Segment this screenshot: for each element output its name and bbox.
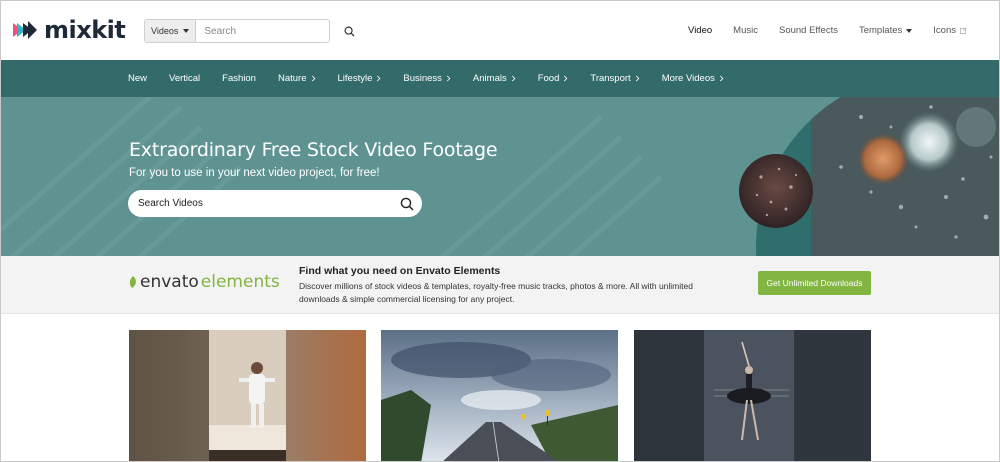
envato-promo-band: envato elements Find what you need on Env… — [1, 256, 999, 314]
category-transport[interactable]: Transport — [590, 73, 640, 84]
category-label: Food — [537, 73, 560, 84]
category-new[interactable]: New — [128, 73, 147, 84]
hero-subtitle: For you to use in your next video projec… — [129, 167, 380, 179]
topnav-sound-effects[interactable]: Sound Effects — [779, 25, 838, 36]
category-food[interactable]: Food — [538, 73, 569, 84]
category-label: Transport — [590, 73, 631, 84]
hero-search-input[interactable] — [138, 198, 400, 209]
category-lifestyle[interactable]: Lifestyle — [338, 73, 382, 84]
video-thumbnail-kid-astronaut[interactable] — [129, 330, 366, 461]
video-thumbnail-ballerina[interactable] — [634, 330, 871, 461]
chevron-right-icon — [377, 75, 381, 82]
category-label: Nature — [277, 73, 307, 84]
envato-elements-logo[interactable]: envato elements — [128, 272, 280, 292]
topnav-icons[interactable]: Icons — [933, 25, 967, 36]
top-nav: Video Music Sound Effects Templates Icon… — [667, 25, 967, 36]
envato-logo-part2: elements — [200, 272, 280, 292]
search-input[interactable] — [196, 21, 345, 41]
category-bar: New Vertical Fashion Nature Lifestyle Bu… — [1, 60, 999, 97]
chevron-right-icon — [446, 75, 451, 82]
header-search: Videos — [144, 19, 355, 43]
envato-text-block: Find what you need on Envato Elements Di… — [299, 265, 719, 306]
category-label: Business — [403, 73, 442, 84]
category-label: More Videos — [661, 73, 715, 84]
topnav-music[interactable]: Music — [733, 25, 758, 36]
category-animals[interactable]: Animals — [473, 73, 516, 84]
topnav-video[interactable]: Video — [688, 25, 712, 36]
category-label: Animals — [472, 73, 507, 84]
video-thumbnail-cloudy-road[interactable] — [381, 330, 618, 461]
page-frame: mixkit Videos Video Music Sound Effects … — [0, 0, 1000, 462]
category-vertical[interactable]: Vertical — [169, 73, 200, 84]
search-category-label: Videos — [151, 26, 179, 36]
category-fashion[interactable]: Fashion — [222, 73, 256, 84]
topnav-label: Sound Effects — [778, 25, 838, 36]
external-link-icon — [960, 27, 967, 34]
logo-text: mixkit — [44, 16, 126, 44]
get-unlimited-downloads-button[interactable]: Get Unlimited Downloads — [758, 271, 871, 295]
envato-title: Find what you need on Envato Elements — [299, 265, 501, 277]
category-nature[interactable]: Nature — [278, 73, 316, 84]
topnav-templates[interactable]: Templates — [858, 25, 913, 36]
category-label: New — [128, 73, 148, 84]
hero-search — [128, 190, 422, 217]
caret-down-icon — [906, 28, 913, 33]
category-label: Vertical — [169, 73, 201, 84]
search-category-select[interactable]: Videos — [145, 20, 197, 42]
mixkit-logo-mark-icon — [13, 21, 37, 39]
topnav-label: Music — [733, 25, 758, 36]
category-business[interactable]: Business — [403, 73, 451, 84]
hero-title: Extraordinary Free Stock Video Footage — [129, 139, 498, 161]
search-icon[interactable] — [400, 197, 414, 211]
caret-down-icon — [183, 29, 190, 33]
hero-banner: Extraordinary Free Stock Video Footage F… — [1, 97, 999, 256]
chevron-right-icon — [311, 75, 315, 82]
envato-logo-part1: envato — [140, 272, 199, 292]
video-thumbnail-image — [381, 330, 618, 461]
hero-rain-window-image — [739, 97, 999, 256]
envato-description: Discover millions of stock videos & temp… — [299, 281, 693, 304]
category-label: Fashion — [222, 73, 256, 84]
site-header: mixkit Videos Video Music Sound Effects … — [1, 1, 999, 60]
topnav-label: Video — [688, 25, 713, 36]
topnav-label: Templates — [858, 25, 903, 36]
category-label: Lifestyle — [337, 73, 373, 84]
chevron-right-icon — [635, 75, 640, 82]
search-icon — [344, 26, 355, 37]
video-thumbnail-image — [129, 330, 366, 461]
search-button[interactable] — [344, 20, 355, 42]
envato-leaf-icon — [129, 276, 136, 288]
mixkit-logo[interactable]: mixkit — [13, 16, 126, 44]
topnav-label: Icons — [933, 25, 956, 36]
chevron-right-icon — [511, 75, 516, 82]
chevron-right-icon — [564, 75, 568, 82]
category-more-videos[interactable]: More Videos — [662, 73, 724, 84]
chevron-right-icon — [719, 75, 724, 82]
video-thumbnail-image — [634, 330, 871, 461]
